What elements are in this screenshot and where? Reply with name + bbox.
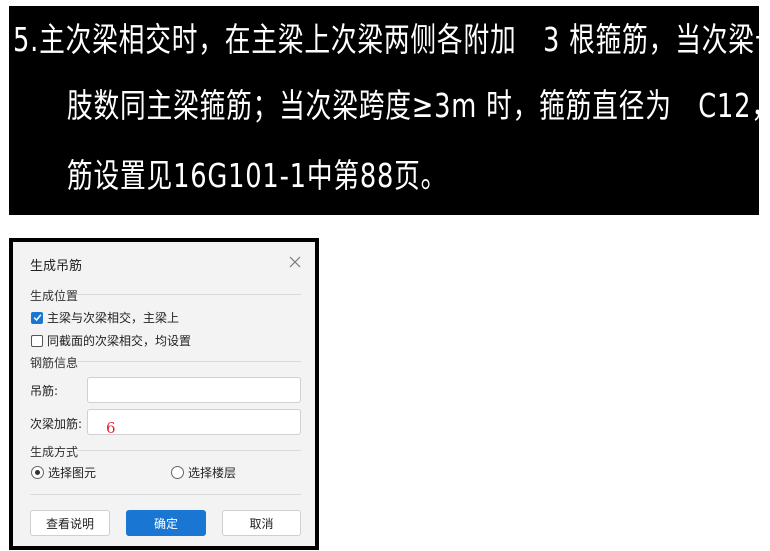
close-button[interactable] [285, 252, 305, 272]
generate-hanger-rebar-dialog: 生成吊筋 生成位置 主梁与次梁相交，主梁上 同截面的次梁相交，均设置 钢筋信息 [13, 242, 315, 546]
radio-label: 选择图元 [48, 466, 97, 480]
radio-label: 选择楼层 [188, 466, 237, 480]
hanger-input[interactable] [87, 377, 301, 403]
checkmark-icon [33, 314, 41, 322]
option-same-section-intersect[interactable]: 同截面的次梁相交，均设置 [31, 332, 191, 349]
ok-button[interactable]: 确定 [126, 510, 206, 536]
checkbox-unchecked[interactable] [31, 334, 43, 347]
position-section-title: 生成位置 [30, 289, 79, 303]
secondary-beam-rebar-input[interactable] [87, 409, 301, 435]
radio-dot-icon [35, 470, 40, 475]
rebar-section-title: 钢筋信息 [30, 356, 79, 370]
radio-select-floors[interactable]: 选择楼层 [171, 464, 236, 481]
rebar-section-divider [77, 361, 301, 362]
radio-unselected[interactable] [171, 466, 184, 479]
footer-divider [30, 494, 301, 495]
handwritten-annotation: 6 [106, 419, 116, 437]
option-label: 同截面的次梁相交，均设置 [47, 334, 192, 348]
hanger-label: 吊筋: [30, 384, 59, 398]
dialog-titlebar: 生成吊筋 [13, 242, 315, 280]
cad-text-line-1: 5.主次梁相交时，在主梁上次梁两侧各附加 3 根箍筋，当次梁长度＜3 米时，箍筋… [13, 20, 759, 59]
close-icon [289, 256, 301, 268]
cancel-button[interactable]: 取消 [222, 510, 301, 536]
position-section-divider [77, 294, 301, 295]
radio-selected[interactable] [31, 466, 44, 479]
cad-text-line-2: 肢数同主梁箍筋；当次梁跨度≥3m 时，箍筋直径为 C12，肢数同主梁箍筋。附加箍 [67, 86, 759, 125]
help-button[interactable]: 查看说明 [30, 510, 110, 536]
radio-select-elements[interactable]: 选择图元 [31, 464, 96, 481]
checkbox-checked[interactable] [31, 311, 43, 324]
method-section-divider [77, 450, 301, 451]
dialog-frame: 生成吊筋 生成位置 主梁与次梁相交，主梁上 同截面的次梁相交，均设置 钢筋信息 [9, 238, 319, 550]
cad-annotation-panel: 5.主次梁相交时，在主梁上次梁两侧各附加 3 根箍筋，当次梁长度＜3 米时，箍筋… [9, 6, 759, 215]
method-section-title: 生成方式 [30, 445, 79, 459]
secondary-beam-rebar-label: 次梁加筋: [30, 417, 83, 431]
cad-text-line-3: 筋设置见16G101-1中第88页。 [67, 156, 448, 195]
option-label: 主梁与次梁相交，主梁上 [47, 311, 180, 325]
dialog-title: 生成吊筋 [30, 259, 83, 274]
option-main-secondary-intersect[interactable]: 主梁与次梁相交，主梁上 [31, 309, 179, 326]
